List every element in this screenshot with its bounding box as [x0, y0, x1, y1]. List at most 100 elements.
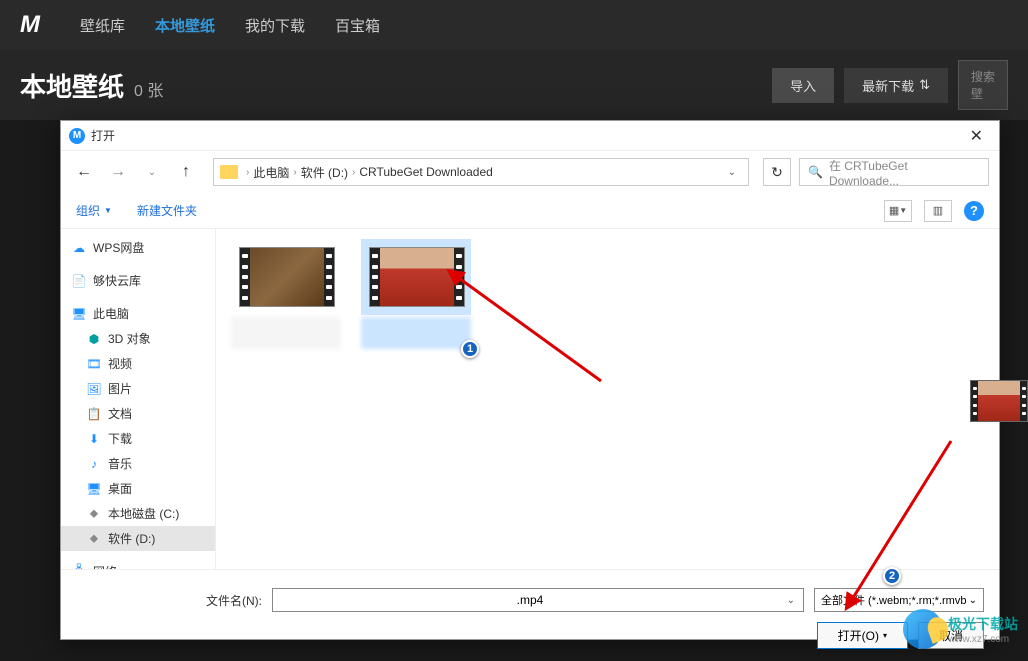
video-thumbnail — [239, 247, 335, 307]
latest-download-button[interactable]: 最新下载 ⇅ — [844, 68, 948, 103]
sidebar-item-label: 3D 对象 — [108, 330, 151, 347]
dialog-toolbar: 组织 ▼ 新建文件夹 ▦ ▼ ▥ ? — [61, 193, 999, 229]
disk-icon: ⬥ — [86, 506, 102, 522]
nav-tab-downloads[interactable]: 我的下载 — [245, 15, 305, 36]
sidebar-item-label: WPS网盘 — [93, 239, 144, 256]
chevron-right-icon: › — [293, 167, 296, 178]
video-thumbnail — [369, 247, 465, 307]
dialog-titlebar: M 打开 ✕ — [61, 121, 999, 151]
organize-label: 组织 — [76, 202, 100, 219]
sidebar-item-label: 网络 — [93, 563, 117, 569]
watermark-icon — [903, 609, 943, 649]
chevron-down-icon: ▾ — [883, 631, 887, 640]
import-button[interactable]: 导入 — [772, 68, 834, 103]
breadcrumb-item[interactable]: 此电脑 — [253, 164, 289, 181]
3d-icon: ⬢ — [86, 331, 102, 347]
filename-label: 文件名(N): — [206, 592, 262, 609]
open-button-label: 打开(O) — [838, 627, 879, 644]
header-actions: 导入 最新下载 ⇅ 搜索壁 — [772, 60, 1008, 110]
filename-value: .mp4 — [517, 593, 544, 607]
page-count: 0 张 — [134, 77, 163, 101]
sidebar-item-disk-c[interactable]: ⬥ 本地磁盘 (C:) — [61, 501, 215, 526]
breadcrumb-item[interactable]: CRTubeGet Downloaded — [359, 165, 492, 179]
sort-icon: ⇅ — [919, 77, 930, 93]
sidebar-item-desktop[interactable]: 🖥 桌面 — [61, 476, 215, 501]
sidebar-item-image[interactable]: 🖼 图片 — [61, 376, 215, 401]
sidebar-item-goukuai[interactable]: 📄 够快云库 — [61, 268, 215, 293]
video-icon: 🎞 — [86, 356, 102, 372]
back-button[interactable]: ← — [71, 159, 97, 185]
dialog-title-wrap: M 打开 — [69, 127, 115, 144]
sidebar-item-label: 音乐 — [108, 455, 132, 472]
page-title-text: 本地壁纸 — [20, 67, 124, 104]
view-mode-button[interactable]: ▦ ▼ — [884, 200, 912, 222]
help-icon[interactable]: ? — [964, 201, 984, 221]
nav-tab-toolbox[interactable]: 百宝箱 — [335, 15, 380, 36]
sidebar-item-label: 软件 (D:) — [108, 530, 155, 547]
filename-input[interactable]: x .mp4 ⌄ — [272, 588, 804, 612]
sidebar-item-label: 够快云库 — [93, 272, 141, 289]
music-icon: ♪ — [86, 456, 102, 472]
sidebar-item-download[interactable]: ⬇ 下载 — [61, 426, 215, 451]
dialog-search-input[interactable]: 🔍 在 CRTubeGet Downloade... — [799, 158, 989, 186]
up-button[interactable]: ↑ — [173, 159, 199, 185]
dialog-bottom: 文件名(N): x .mp4 ⌄ 全部文件 (*.webm;*.rm;*.rmv… — [61, 569, 999, 661]
sidebar-item-thispc[interactable]: 🖥 此电脑 — [61, 301, 215, 326]
sidebar-item-label: 视频 — [108, 355, 132, 372]
file-open-dialog: M 打开 ✕ ← → ⌄ ↑ › 此电脑 › 软件 (D:) › CRTubeG… — [60, 120, 1000, 640]
watermark-name: 极光下载站 — [948, 614, 1018, 634]
preview-pane-button[interactable]: ▥ — [924, 200, 952, 222]
search-icon: 🔍 — [808, 165, 823, 179]
file-item-selected[interactable] — [361, 239, 471, 559]
folder-icon — [220, 165, 238, 179]
new-folder-button[interactable]: 新建文件夹 — [137, 202, 197, 219]
filetype-label: 全部文件 (*.webm;*.rm;*.rmvb — [821, 592, 966, 608]
forward-button[interactable]: → — [105, 159, 131, 185]
open-button[interactable]: 打开(O) ▾ — [817, 622, 908, 649]
refresh-button[interactable]: ↻ — [763, 158, 791, 186]
download-icon: ⬇ — [86, 431, 102, 447]
page-title: 本地壁纸 0 张 — [20, 67, 163, 104]
chevron-down-icon[interactable]: ⌄ — [787, 595, 795, 606]
sub-header: 本地壁纸 0 张 导入 最新下载 ⇅ 搜索壁 — [0, 50, 1028, 120]
sidebar-item-docs[interactable]: 📋 文档 — [61, 401, 215, 426]
nav-tab-local[interactable]: 本地壁纸 — [155, 15, 215, 36]
sidebar-item-label: 文档 — [108, 405, 132, 422]
sidebar-item-wps[interactable]: ☁ WPS网盘 — [61, 235, 215, 260]
sidebar-item-3d[interactable]: ⬢ 3D 对象 — [61, 326, 215, 351]
network-icon: 🖧 — [71, 564, 87, 570]
recent-dropdown[interactable]: ⌄ — [139, 159, 165, 185]
annotation-badge-2: 2 — [883, 567, 901, 585]
sidebar-item-label: 桌面 — [108, 480, 132, 497]
file-label — [231, 317, 341, 349]
app-logo: M — [20, 11, 40, 39]
sidebar-item-music[interactable]: ♪ 音乐 — [61, 451, 215, 476]
sidebar-item-video[interactable]: 🎞 视频 — [61, 351, 215, 376]
desktop-icon: 🖥 — [86, 481, 102, 497]
breadcrumb[interactable]: › 此电脑 › 软件 (D:) › CRTubeGet Downloaded ⌄ — [213, 158, 749, 186]
chevron-right-icon: › — [352, 167, 355, 178]
file-list[interactable] — [216, 229, 999, 569]
docs-icon: 📋 — [86, 406, 102, 422]
close-icon[interactable]: ✕ — [962, 126, 991, 146]
watermark-url: www.xz7.com — [948, 634, 1018, 645]
nav-tab-library[interactable]: 壁纸库 — [80, 15, 125, 36]
watermark: 极光下载站 www.xz7.com — [903, 609, 1018, 649]
search-input[interactable]: 搜索壁 — [958, 60, 1008, 110]
chevron-down-icon[interactable]: ⌄ — [722, 167, 742, 178]
dialog-sidebar: ☁ WPS网盘 📄 够快云库 🖥 此电脑 ⬢ 3D 对象 🎞 视频 — [61, 229, 216, 569]
sidebar-item-label: 下载 — [108, 430, 132, 447]
file-item[interactable] — [231, 239, 341, 559]
disk-icon: ⬥ — [86, 531, 102, 547]
search-placeholder: 在 CRTubeGet Downloade... — [829, 157, 980, 188]
app-header: M 壁纸库 本地壁纸 我的下载 百宝箱 — [0, 0, 1028, 50]
sidebar-item-label: 本地磁盘 (C:) — [108, 505, 179, 522]
doc-icon: 📄 — [71, 273, 87, 289]
sidebar-item-network[interactable]: 🖧 网络 — [61, 559, 215, 569]
sidebar-item-disk-d[interactable]: ⬥ 软件 (D:) — [61, 526, 215, 551]
preview-thumbnail — [970, 380, 1028, 422]
organize-menu[interactable]: 组织 ▼ — [76, 202, 112, 219]
chevron-down-icon: ▼ — [104, 206, 112, 215]
file-label — [361, 317, 471, 349]
breadcrumb-item[interactable]: 软件 (D:) — [301, 164, 348, 181]
